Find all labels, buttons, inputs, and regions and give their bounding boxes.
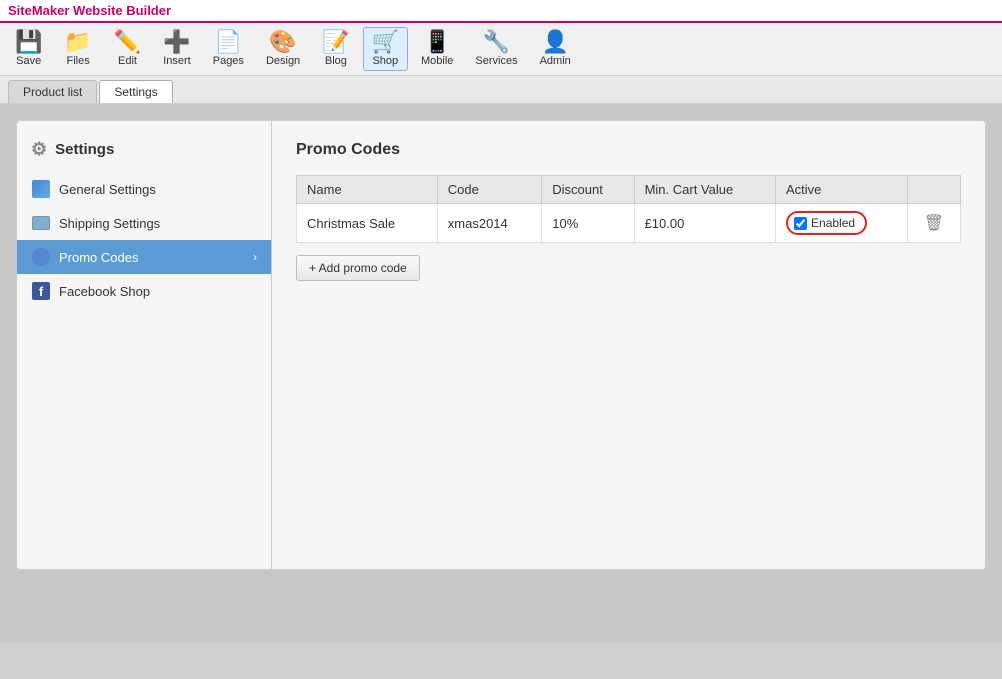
admin-icon: 👤 <box>541 31 568 53</box>
cell-code: xmas2014 <box>437 204 541 243</box>
content-title: Promo Codes <box>296 141 961 159</box>
toolbar-blog[interactable]: 📝 Blog <box>313 27 358 71</box>
files-icon: 📁 <box>64 31 91 53</box>
toolbar-services[interactable]: 🔧 Services <box>466 27 526 71</box>
toolbar-insert[interactable]: ➕ Insert <box>154 27 200 71</box>
settings-panel: ⚙ Settings General Settings Shipping Set… <box>16 120 986 570</box>
toolbar-save-label: Save <box>16 55 41 67</box>
sidebar-item-promo-label: Promo Codes <box>59 250 138 265</box>
toolbar-design[interactable]: 🎨 Design <box>257 27 309 71</box>
toolbar-admin-label: Admin <box>540 55 571 67</box>
col-header-min-cart: Min. Cart Value <box>634 176 775 204</box>
pages-icon: 📄 <box>215 31 242 53</box>
toolbar-services-label: Services <box>475 55 517 67</box>
sidebar-item-facebook-label: Facebook Shop <box>59 284 150 299</box>
promo-codes-icon <box>31 247 51 267</box>
facebook-shop-icon: f <box>31 281 51 301</box>
col-header-actions <box>907 176 960 204</box>
content-area: Promo Codes Name Code Discount Min. Cart… <box>272 121 985 569</box>
cell-min-cart: £10.00 <box>634 204 775 243</box>
cell-active: Enabled <box>776 204 908 243</box>
chevron-right-icon: › <box>253 250 257 264</box>
toolbar-pages[interactable]: 📄 Pages <box>204 27 253 71</box>
toolbar-files-label: Files <box>66 55 89 67</box>
design-icon: 🎨 <box>269 31 296 53</box>
enabled-label: Enabled <box>811 216 855 230</box>
general-settings-icon <box>31 179 51 199</box>
col-header-discount: Discount <box>542 176 634 204</box>
col-header-active: Active <box>776 176 908 204</box>
toolbar-blog-label: Blog <box>325 55 347 67</box>
app-title: SiteMaker Website Builder <box>8 3 171 18</box>
cell-discount: 10% <box>542 204 634 243</box>
tab-bar: Product list Settings <box>0 76 1002 104</box>
sidebar: ⚙ Settings General Settings Shipping Set… <box>17 121 272 569</box>
enabled-checkbox[interactable] <box>794 217 807 230</box>
blog-icon: 📝 <box>322 31 349 53</box>
mobile-icon: 📱 <box>424 31 451 53</box>
toolbar-mobile-label: Mobile <box>421 55 453 67</box>
edit-icon: ✏️ <box>114 31 141 53</box>
sidebar-title: ⚙ Settings <box>17 133 271 172</box>
toolbar-save[interactable]: 💾 Save <box>6 27 51 71</box>
shop-icon: 🛒 <box>372 31 399 53</box>
toolbar: 💾 Save 📁 Files ✏️ Edit ➕ Insert 📄 Pages … <box>0 23 1002 76</box>
toolbar-admin[interactable]: 👤 Admin <box>531 27 580 71</box>
cell-name: Christmas Sale <box>297 204 438 243</box>
sidebar-heading: Settings <box>55 141 114 158</box>
col-header-code: Code <box>437 176 541 204</box>
sidebar-item-general-label: General Settings <box>59 182 156 197</box>
toolbar-design-label: Design <box>266 55 300 67</box>
table-row: Christmas Sale xmas2014 10% £10.00 Enabl… <box>297 204 961 243</box>
toolbar-insert-label: Insert <box>163 55 191 67</box>
sidebar-item-general[interactable]: General Settings <box>17 172 271 206</box>
toolbar-pages-label: Pages <box>213 55 244 67</box>
shipping-settings-icon <box>31 213 51 233</box>
tab-settings[interactable]: Settings <box>99 80 172 103</box>
toolbar-edit-label: Edit <box>118 55 137 67</box>
insert-icon: ➕ <box>163 31 190 53</box>
save-icon: 💾 <box>15 31 42 53</box>
delete-row-button[interactable]: 🗑 <box>918 211 950 235</box>
gear-icon: ⚙ <box>31 139 47 160</box>
services-icon: 🔧 <box>483 31 510 53</box>
add-promo-code-button[interactable]: + Add promo code <box>296 255 420 281</box>
col-header-name: Name <box>297 176 438 204</box>
toolbar-edit[interactable]: ✏️ Edit <box>105 27 150 71</box>
main-content: ⚙ Settings General Settings Shipping Set… <box>0 104 1002 643</box>
sidebar-item-promo[interactable]: Promo Codes › <box>17 240 271 274</box>
sidebar-item-shipping[interactable]: Shipping Settings <box>17 206 271 240</box>
enabled-badge[interactable]: Enabled <box>786 211 867 235</box>
sidebar-item-facebook[interactable]: f Facebook Shop <box>17 274 271 308</box>
promo-table: Name Code Discount Min. Cart Value Activ… <box>296 175 961 243</box>
tab-product-list[interactable]: Product list <box>8 80 97 103</box>
toolbar-files[interactable]: 📁 Files <box>55 27 100 71</box>
toolbar-mobile[interactable]: 📱 Mobile <box>412 27 462 71</box>
sidebar-item-shipping-label: Shipping Settings <box>59 216 160 231</box>
cell-delete: 🗑 <box>907 204 960 243</box>
title-bar: SiteMaker Website Builder <box>0 0 1002 23</box>
toolbar-shop[interactable]: 🛒 Shop <box>363 27 408 71</box>
toolbar-shop-label: Shop <box>372 55 398 67</box>
